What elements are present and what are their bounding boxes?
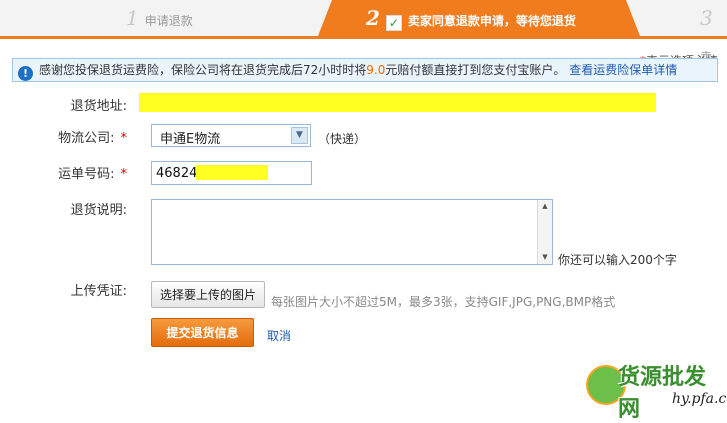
logistics-label-text: 物流公司: [58, 131, 115, 146]
required-star: * [120, 131, 128, 146]
logistics-select[interactable]: 申通E物流 ▼ [151, 124, 311, 147]
step-1-number: 1 [126, 6, 139, 30]
description-textarea[interactable]: ▲ ▼ [151, 199, 553, 265]
policy-details-link[interactable]: 查看运费险保单详情 [569, 63, 677, 77]
description-scrollbar[interactable]: ▲ ▼ [537, 200, 552, 264]
scroll-up-icon[interactable]: ▲ [538, 200, 552, 213]
cancel-link[interactable]: 取消 [267, 327, 291, 344]
tracking-label: 运单号码: * [47, 163, 127, 182]
step-1-label: 申请退款 [144, 14, 193, 28]
info-text-prefix: 感谢您投保退货运费险，保险公司将在退货完成后72小时时将 [39, 63, 367, 77]
step-3: 3卖 [700, 0, 727, 64]
tracking-label-text: 运单号码: [58, 167, 115, 182]
step-2-number: 2 [366, 6, 380, 30]
tracking-number-input[interactable]: 46824 [151, 161, 312, 185]
chevron-down-icon[interactable]: ▼ [291, 127, 308, 144]
step-1: 1 申请退款 [126, 0, 193, 36]
check-icon: ✓ [385, 15, 402, 31]
upload-image-button[interactable]: 选择要上传的图片 [151, 281, 265, 308]
progress-steps: 1 申请退款 2 ✓ 卖家同意退款申请，等待您退货 3卖 [0, 0, 727, 64]
info-amount: 9.0 [366, 63, 386, 77]
upload-label: 上传凭证: [70, 284, 127, 299]
express-note: （快递） [318, 132, 367, 146]
step-2-label: 卖家同意退款申请，等待您退货 [407, 14, 576, 28]
step-3-number: 3 [700, 6, 713, 30]
required-star: * [120, 167, 128, 182]
char-remaining: 你还可以输入200个字 [558, 253, 677, 267]
logistics-select-value: 申通E物流 [160, 132, 221, 147]
tracking-redaction [196, 165, 268, 180]
info-icon: ! [18, 66, 33, 81]
logistics-label: 物流公司: * [47, 127, 127, 146]
watermark: 货源批发网 hy.pfa.com [580, 355, 727, 422]
tracking-number-value: 46824 [156, 166, 198, 181]
submit-return-button[interactable]: 提交退货信息 [151, 318, 254, 347]
insurance-info-bar: ! 感谢您投保退货运费险，保险公司将在退货完成后72小时时将9.0元赔付额直接打到… [12, 58, 718, 82]
scroll-down-icon[interactable]: ▼ [538, 251, 552, 264]
address-label: 退货地址: [70, 99, 127, 114]
watermark-url: hy.pfa.com [672, 391, 727, 407]
info-text-suffix: 元赔付额直接打到您支付宝账户。 [385, 63, 566, 77]
upload-hint: 每张图片大小不超过5M，最多3张，支持GIF,JPG,PNG,BMP格式 [271, 295, 616, 309]
step-2-active: 2 ✓ 卖家同意退款申请，等待您退货 [318, 0, 640, 36]
description-label: 退货说明: [70, 203, 127, 218]
address-redaction [139, 93, 656, 112]
